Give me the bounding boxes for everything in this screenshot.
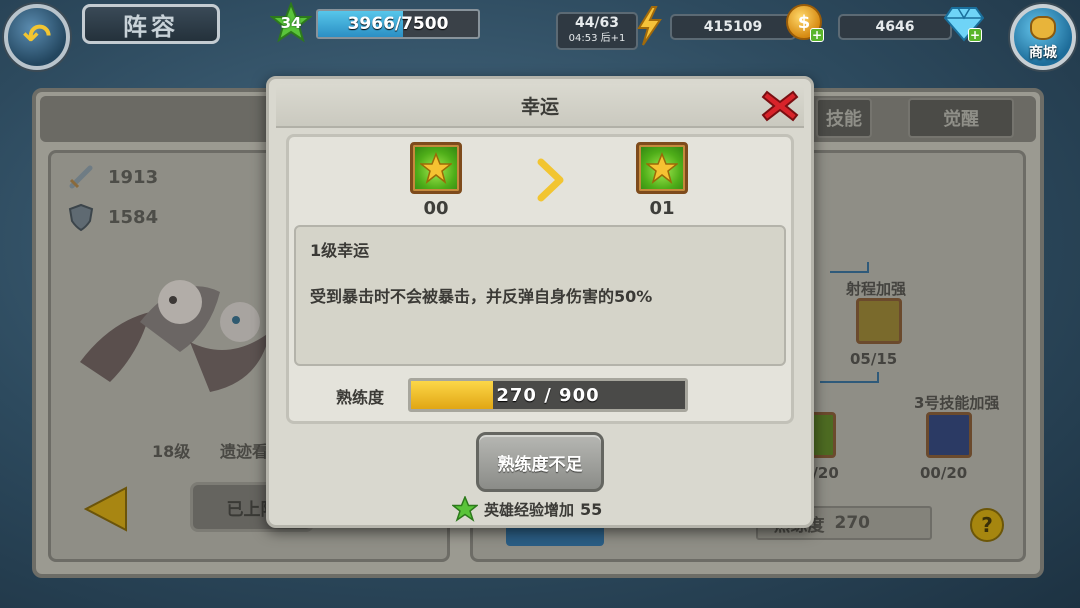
add-gold-button[interactable]: + [810, 28, 824, 42]
luck-star-icon [646, 152, 678, 184]
stamina-display[interactable]: 44/63 04:53 后+1 [556, 12, 638, 50]
gem-display: 4646 [838, 14, 952, 40]
money-bag-icon [1030, 16, 1056, 40]
current-skill-icon [410, 142, 462, 194]
gem-value: 4646 [875, 19, 915, 35]
skill3-boost-progress: 00/20 [920, 464, 968, 482]
current-skill-level: 00 [423, 198, 449, 219]
defense-stat: 1584 [66, 202, 158, 232]
attack-value: 1913 [108, 166, 159, 188]
gold-display: 415109 [670, 14, 796, 40]
plus-icon: + [811, 28, 823, 42]
tab-skills-label: 技能 [826, 109, 862, 130]
upgrade-skill-button[interactable]: 熟练度不足 [476, 432, 604, 492]
help-button[interactable]: ? [970, 508, 1004, 542]
gold-value: 415109 [703, 19, 763, 35]
back-arrow-icon: ↶ [22, 17, 52, 57]
hero-exp-reward: 英雄经验增加 55 [452, 496, 602, 522]
shop-label: 商城 [1029, 45, 1057, 61]
hero-portrait [80, 280, 270, 392]
page-title: 阵容 [82, 4, 220, 44]
hero-exp-reward-value: 55 [580, 499, 603, 519]
player-level: 34 [280, 14, 302, 32]
skill-description-box: 1级幸运 受到暴击时不会被暴击，并反弹自身伤害的50% [294, 225, 786, 366]
skill-description-title: 1级幸运 [310, 241, 370, 260]
tab-skills[interactable]: 技能 [816, 98, 872, 138]
hero-level: 18级 [152, 442, 191, 461]
chevron-right-icon [537, 158, 564, 202]
hero-exp-reward-label: 英雄经验增加 [484, 500, 575, 519]
back-button[interactable]: ↶ [4, 4, 70, 70]
defense-value: 1584 [108, 206, 159, 228]
attack-stat: 1913 [66, 162, 158, 192]
proficiency-text: 270 / 900 [496, 384, 600, 406]
stamina-value: 44/63 [574, 15, 620, 31]
skill3-boost-label: 3号技能加强 [914, 394, 1000, 412]
shop-button[interactable]: 商城 [1010, 4, 1076, 70]
coin-glyph: $ [797, 11, 811, 33]
shield-icon [68, 203, 94, 232]
plus-icon: + [969, 28, 981, 42]
lightning-bolt-icon[interactable] [634, 6, 664, 46]
close-icon [761, 90, 799, 122]
upgrade-skill-button-label: 熟练度不足 [497, 454, 583, 475]
mastery-value: 270 [834, 513, 871, 533]
question-mark-icon: ? [981, 513, 993, 537]
sword-icon [69, 165, 93, 189]
tab-awaken[interactable]: 觉醒 [908, 98, 1014, 138]
hero-name: 遗迹看 [220, 442, 269, 461]
previous-hero-arrow-icon[interactable] [84, 486, 130, 532]
next-skill-level: 01 [649, 198, 675, 219]
exp-star-icon [452, 496, 478, 522]
next-skill-icon [636, 142, 688, 194]
xp-text: 3966/7500 [347, 14, 449, 34]
xp-bar: 3966/7500 [316, 9, 480, 39]
player-level-badge: 34 [270, 2, 312, 44]
stamina-timer: 04:53 后+1 [568, 33, 626, 44]
skill-description-text: 受到暴击时不会被暴击，并反弹自身伤害的50% [310, 287, 653, 306]
tab-awaken-label: 觉醒 [943, 109, 979, 130]
proficiency-label: 熟练度 [336, 388, 385, 407]
close-button[interactable] [758, 86, 802, 126]
proficiency-bar: 270 / 900 [408, 378, 688, 412]
luck-star-icon [420, 152, 452, 184]
dialog-title: 幸运 [276, 84, 804, 128]
skill3-boost-skill-icon[interactable] [926, 412, 972, 458]
add-gems-button[interactable]: + [968, 28, 982, 42]
skill-tree-connector [820, 262, 879, 383]
